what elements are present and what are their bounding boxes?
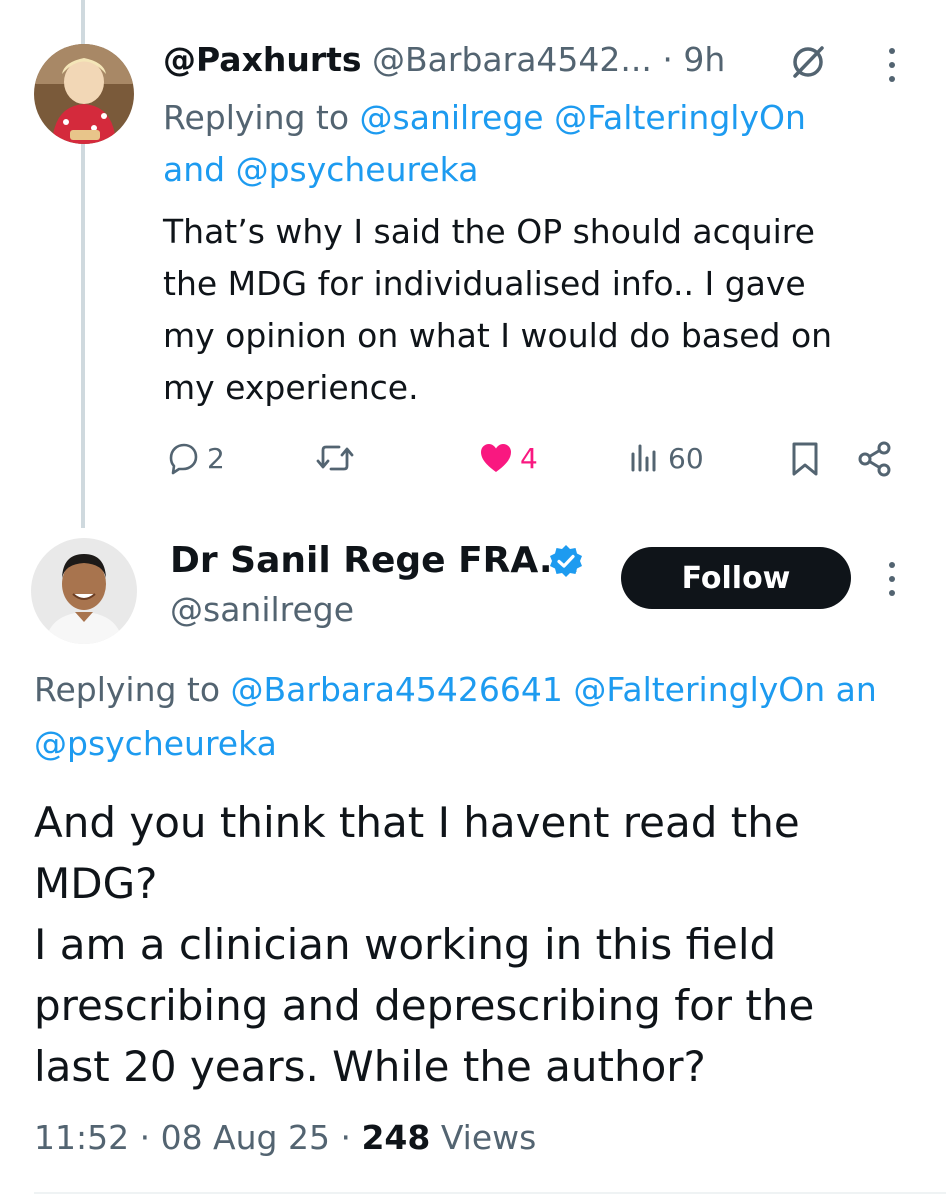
display-name[interactable]: @Paxhurts: [163, 40, 362, 79]
reply-button[interactable]: 2: [165, 440, 225, 476]
timestamp[interactable]: · 9h: [662, 40, 725, 79]
author-row: Dr Sanil Rege FRA...: [170, 540, 580, 581]
tweet-meta: 11:52 · 08 Aug 25 · 248 Views: [34, 1118, 536, 1157]
mention-link[interactable]: @Barbara45426641 @FalteringlyOn an: [231, 670, 877, 709]
replying-to-line: Replying to @Barbara45426641 @Falteringl…: [34, 670, 877, 709]
views-label: Views: [430, 1118, 537, 1157]
view-count: 60: [668, 441, 704, 475]
tweet-text: And you think that I havent read the MDG…: [34, 798, 815, 1091]
follow-button[interactable]: Follow: [621, 547, 851, 609]
views-button[interactable]: 60: [628, 440, 704, 476]
retweet-icon: [316, 445, 354, 471]
like-count: 4: [520, 441, 538, 475]
avatar[interactable]: [34, 44, 134, 144]
avatar-photo: [34, 44, 134, 144]
mention-link[interactable]: @FalteringlyOn: [554, 98, 806, 137]
heart-icon: [481, 444, 511, 472]
replying-to-line: Replying to @sanilrege @FalteringlyOn: [163, 98, 806, 137]
verified-badge-icon: [548, 543, 584, 579]
more-options-icon[interactable]: [889, 562, 895, 596]
views-count: 248: [361, 1118, 431, 1157]
speech-bubble-icon: [169, 443, 198, 475]
tweet-header: @Paxhurts @Barbara4542... · 9h: [163, 40, 725, 79]
share-button[interactable]: [856, 440, 894, 482]
mention-link[interactable]: @sanilrege: [360, 98, 544, 137]
tweet-text: That’s why I said the OP should acquire …: [163, 212, 833, 407]
handle[interactable]: @sanilrege: [170, 590, 354, 629]
replying-to-line-2: and @psycheureka: [163, 150, 479, 189]
like-button[interactable]: 4: [478, 440, 538, 476]
bookmark-button[interactable]: [788, 440, 822, 482]
mention-link[interactable]: @psycheureka: [236, 150, 479, 189]
no-entry-circle-icon[interactable]: [788, 42, 828, 82]
display-name[interactable]: Dr Sanil Rege FRA...: [170, 540, 580, 581]
retweet-button[interactable]: [315, 440, 355, 476]
more-options-icon[interactable]: [889, 48, 895, 82]
reply-count: 2: [207, 441, 225, 475]
mention-link[interactable]: @psycheureka: [34, 724, 277, 763]
timestamp[interactable]: 11:52 · 08 Aug 25 ·: [34, 1118, 361, 1157]
handle[interactable]: @Barbara4542...: [372, 40, 652, 79]
divider: [34, 1192, 946, 1194]
bookmark-icon: [792, 442, 818, 476]
avatar-photo: [31, 538, 137, 644]
share-icon: [858, 441, 891, 477]
bar-chart-icon: [631, 444, 656, 472]
avatar[interactable]: [31, 538, 137, 644]
